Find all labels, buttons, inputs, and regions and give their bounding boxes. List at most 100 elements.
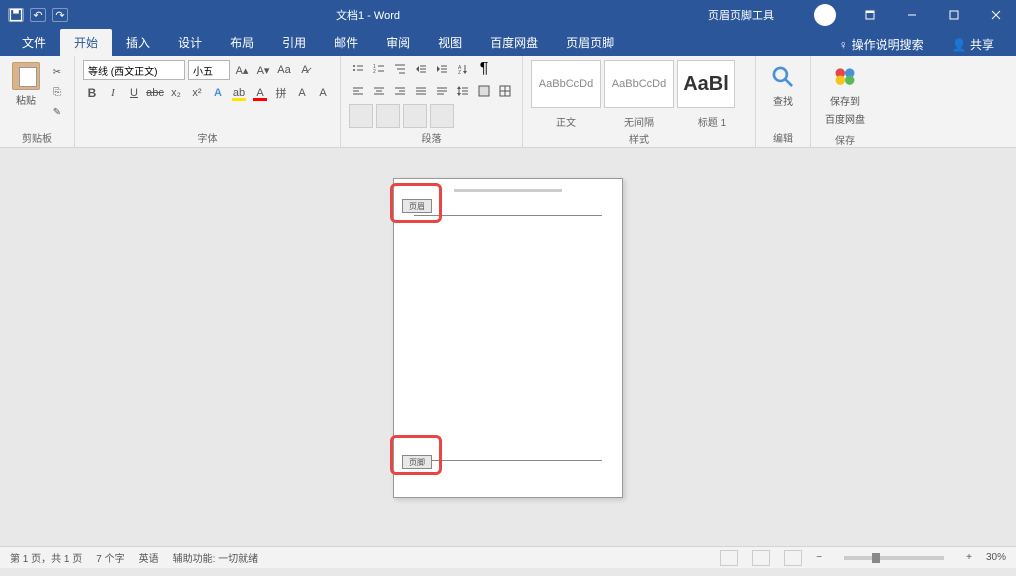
paste-icon (12, 62, 40, 90)
find-button[interactable]: 查找 (764, 60, 802, 128)
doc-title: 文档1 - Word (68, 7, 668, 23)
lightbulb-icon: ♀ (839, 38, 848, 52)
tab-mailings[interactable]: 邮件 (320, 29, 372, 56)
group-paragraph: 12 AZ ¶ (341, 56, 523, 147)
bold-button[interactable]: B (83, 84, 101, 102)
numbering-button[interactable]: 12 (370, 60, 388, 78)
decrease-indent-button[interactable] (412, 60, 430, 78)
annotation-footer-callout (390, 435, 442, 475)
save-to-baidu-button[interactable]: 保存到 百度网盘 (819, 60, 871, 130)
font-color-button[interactable]: A (251, 84, 269, 102)
group-clipboard: 粘贴 ✂ ⎘ ✎ 剪贴板 (0, 56, 75, 147)
shade-preset-3[interactable] (403, 104, 427, 128)
zoom-in-button[interactable]: + (966, 552, 972, 563)
copy-button[interactable]: ⎘ (48, 84, 66, 100)
ribbon-options-button[interactable] (850, 0, 890, 30)
zoom-slider[interactable] (844, 556, 944, 560)
subscript-button[interactable]: x₂ (167, 84, 185, 102)
multilevel-button[interactable] (391, 60, 409, 78)
print-layout-button[interactable] (752, 550, 770, 566)
group-save: 保存到 百度网盘 保存 (811, 56, 879, 147)
clear-formatting-button[interactable]: A̷ (296, 61, 314, 79)
tab-references[interactable]: 引用 (268, 29, 320, 56)
tab-hf-design[interactable]: 页眉页脚 (552, 29, 628, 56)
share-button[interactable]: 👤 共享 (942, 33, 1004, 56)
ribbon-tabs: 文件 开始 插入 设计 布局 引用 邮件 审阅 视图 百度网盘 页眉页脚 ♀ 操… (0, 30, 1016, 56)
justify-button[interactable] (412, 82, 430, 100)
web-layout-button[interactable] (784, 550, 802, 566)
close-button[interactable] (976, 0, 1016, 30)
save-icon[interactable] (8, 8, 24, 22)
page-number-status[interactable]: 第 1 页，共 1 页 (10, 550, 82, 565)
ribbon: 粘贴 ✂ ⎘ ✎ 剪贴板 等线 (西文正文) 小五 A▴ A▾ Aa A̷ (0, 56, 1016, 148)
tab-design[interactable]: 设计 (164, 29, 216, 56)
shrink-font-button[interactable]: A▾ (254, 61, 272, 79)
footer-separator (414, 460, 602, 461)
italic-button[interactable]: I (104, 84, 122, 102)
group-styles: AaBbCcDd AaBbCcDd AaBl 正文 无间隔 标题 1 样式 (523, 56, 756, 147)
undo-icon[interactable]: ↶ (30, 8, 46, 22)
show-marks-button[interactable]: ¶ (475, 60, 493, 78)
underline-button[interactable]: U (125, 84, 143, 102)
align-right-button[interactable] (391, 82, 409, 100)
grow-font-button[interactable]: A▴ (233, 61, 251, 79)
phonetic-guide-button[interactable]: 拼 (272, 84, 290, 102)
strikethrough-button[interactable]: abc (146, 84, 164, 102)
annotation-header-callout (390, 183, 442, 223)
header-separator (414, 215, 602, 216)
page: 页眉 页脚 (393, 178, 623, 498)
distribute-button[interactable] (433, 82, 451, 100)
change-case-button[interactable]: Aa (275, 61, 293, 79)
line-spacing-button[interactable] (454, 82, 472, 100)
style-heading1[interactable]: AaBl (677, 60, 735, 108)
maximize-button[interactable] (934, 0, 974, 30)
align-left-button[interactable] (349, 82, 367, 100)
tab-baidu[interactable]: 百度网盘 (476, 29, 552, 56)
zoom-level[interactable]: 30% (986, 552, 1006, 563)
shading-button[interactable] (475, 82, 493, 100)
context-tools-label: 页眉页脚工具 (668, 7, 814, 23)
bullets-button[interactable] (349, 60, 367, 78)
highlight-button[interactable]: ab (230, 84, 248, 102)
tab-layout[interactable]: 布局 (216, 29, 268, 56)
align-center-button[interactable] (370, 82, 388, 100)
tell-me-search[interactable]: ♀ 操作说明搜索 (829, 33, 934, 56)
tab-view[interactable]: 视图 (424, 29, 476, 56)
format-painter-button[interactable]: ✎ (48, 104, 66, 120)
shade-preset-1[interactable] (349, 104, 373, 128)
user-avatar[interactable] (814, 4, 836, 26)
svg-text:2: 2 (373, 69, 376, 75)
tab-home[interactable]: 开始 (60, 29, 112, 56)
font-size-select[interactable]: 小五 (188, 60, 230, 80)
read-mode-button[interactable] (720, 550, 738, 566)
tab-file[interactable]: 文件 (8, 29, 60, 56)
language-status[interactable]: 英语 (139, 550, 159, 565)
cloud-icon (832, 64, 858, 90)
accessibility-status[interactable]: 辅助功能: 一切就绪 (173, 550, 259, 565)
increase-indent-button[interactable] (433, 60, 451, 78)
char-shading-button[interactable]: A (314, 84, 332, 102)
tab-insert[interactable]: 插入 (112, 29, 164, 56)
style-no-spacing[interactable]: AaBbCcDd (604, 60, 674, 108)
char-border-button[interactable]: A (293, 84, 311, 102)
shade-preset-4[interactable] (430, 104, 454, 128)
font-name-select[interactable]: 等线 (西文正文) (83, 60, 185, 80)
word-count-status[interactable]: 7 个字 (96, 550, 124, 565)
sort-button[interactable]: AZ (454, 60, 472, 78)
share-icon: 👤 (952, 38, 967, 52)
tab-review[interactable]: 审阅 (372, 29, 424, 56)
page-top-marker (454, 189, 562, 192)
borders-button[interactable] (496, 82, 514, 100)
zoom-out-button[interactable]: − (816, 552, 822, 563)
search-icon (770, 64, 796, 90)
paste-button[interactable]: 粘贴 (8, 60, 44, 128)
text-effects-button[interactable]: A (209, 84, 227, 102)
document-canvas[interactable]: 页眉 页脚 (0, 148, 1016, 546)
minimize-button[interactable] (892, 0, 932, 30)
redo-icon[interactable]: ↷ (52, 8, 68, 22)
superscript-button[interactable]: x² (188, 84, 206, 102)
svg-text:Z: Z (458, 70, 461, 75)
style-normal[interactable]: AaBbCcDd (531, 60, 601, 108)
shade-preset-2[interactable] (376, 104, 400, 128)
cut-button[interactable]: ✂ (48, 64, 66, 80)
